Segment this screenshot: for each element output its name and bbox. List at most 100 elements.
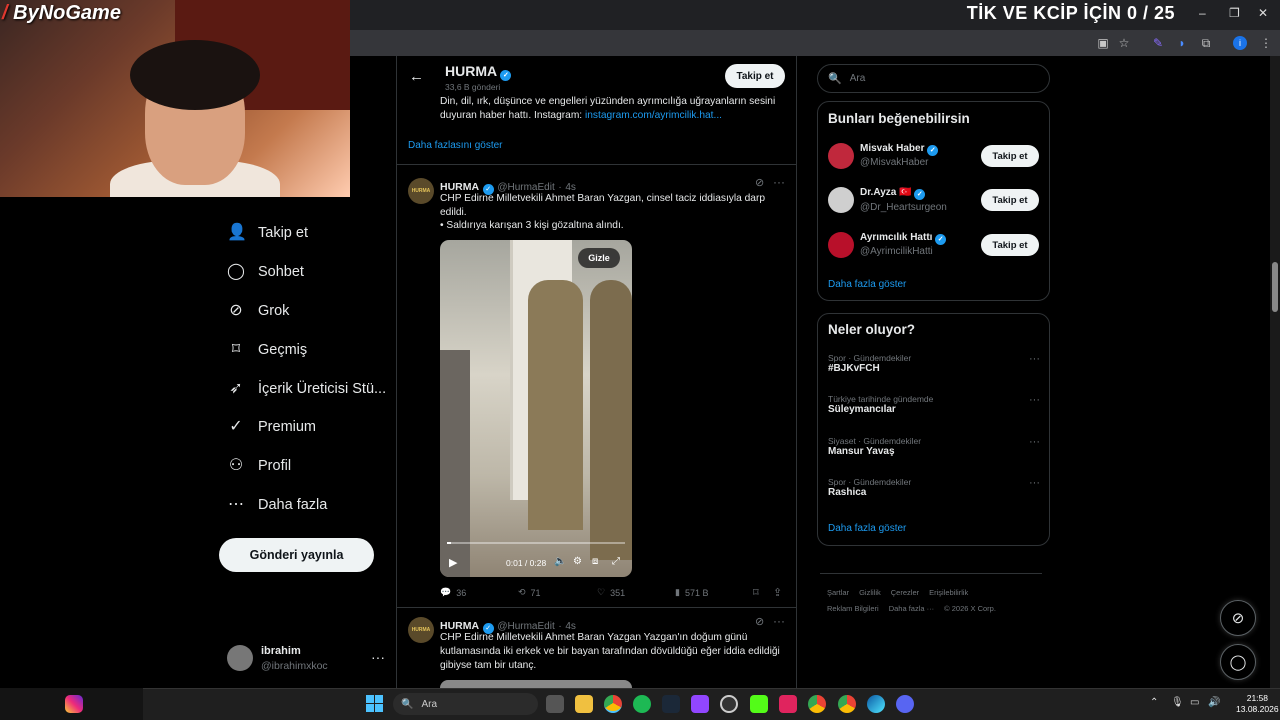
grok-explain-icon[interactable]: ⊘ [755, 176, 764, 189]
obs-icon[interactable] [691, 695, 709, 713]
bookmark-icon[interactable]: ⌑ [753, 586, 759, 599]
follow-button[interactable]: Takip et [981, 189, 1039, 211]
tweet-more-icon[interactable]: ··· [773, 175, 785, 189]
suggestion-name[interactable]: Ayrımcılık Hattı ✓ [860, 232, 947, 245]
hide-button[interactable]: Gizle [578, 248, 620, 268]
show-more-link[interactable]: Daha fazla göster [828, 279, 906, 290]
edge-icon[interactable] [867, 695, 885, 713]
trend-more-icon[interactable]: ··· [1029, 436, 1040, 448]
footer-link[interactable]: Şartlar [827, 588, 849, 597]
avatar[interactable] [828, 143, 854, 169]
bio-link[interactable]: instagram.com/ayrimcilik.hat... [585, 110, 722, 121]
footer-link[interactable]: Çerezler [891, 588, 919, 597]
windows-start-icon[interactable] [366, 695, 383, 712]
repost-button[interactable]: ⟲ 71 [518, 587, 541, 598]
follow-button[interactable]: Takip et [725, 64, 785, 88]
pip-icon[interactable]: ⧈ [592, 556, 598, 567]
account-switcher[interactable]: ibrahim @ibrahimxkoc ··· [227, 643, 387, 677]
reply-button[interactable]: 💬 36 [440, 587, 466, 598]
like-button[interactable]: ♡ 351 [597, 587, 625, 598]
avatar[interactable] [828, 187, 854, 213]
app-red-icon[interactable] [779, 695, 797, 713]
footer-link[interactable]: Erişilebilirlik [929, 588, 968, 597]
nav-item-more[interactable]: ⋯ Daha fazla [227, 493, 327, 517]
tweet-media[interactable] [440, 680, 632, 688]
views-button[interactable]: ▮ 571 B [675, 587, 708, 598]
extensions-puzzle-icon[interactable]: ⧉ [1198, 35, 1214, 51]
extension-icon[interactable]: ✎ [1150, 35, 1166, 51]
tweet-more-icon[interactable]: ··· [773, 614, 785, 628]
avatar[interactable] [828, 232, 854, 258]
suggestion-name[interactable]: Misvak Haber ✓ [860, 143, 939, 156]
footer-link[interactable]: Gizlilik [859, 588, 881, 597]
nav-item-creator-studio[interactable]: ➶ İçerik Üreticisi Stü... [227, 377, 386, 401]
nav-item-premium[interactable]: ✓ Premium [227, 415, 316, 439]
microphone-icon[interactable]: 🎙 [1171, 697, 1184, 708]
settings-gear-icon[interactable]: ⚙ [573, 556, 582, 567]
messages-float-button[interactable]: ◯ [1220, 644, 1256, 680]
footer-link[interactable]: Daha fazla ··· [889, 604, 934, 613]
task-view-icon[interactable] [546, 695, 564, 713]
search-icon: 🔍 [828, 73, 842, 85]
steam-icon[interactable] [662, 695, 680, 713]
install-app-icon[interactable]: ▣ [1095, 35, 1111, 51]
scrollbar-track[interactable] [1270, 56, 1280, 688]
video-progress-track[interactable] [447, 542, 625, 544]
grok-float-button[interactable]: ⊘ [1220, 600, 1256, 636]
nav-item-grok[interactable]: ⊘ Grok [227, 299, 289, 323]
instagram-icon[interactable] [65, 695, 83, 713]
trend-item[interactable]: Spor · Gündemdekiler Rashica ··· [828, 477, 1040, 498]
trend-more-icon[interactable]: ··· [1029, 477, 1040, 489]
bookmark-star-icon[interactable]: ☆ [1116, 35, 1132, 51]
chrome-icon[interactable] [604, 695, 622, 713]
nav-item-profile[interactable]: ⚇ Profil [227, 454, 291, 478]
kick-icon[interactable] [750, 695, 768, 713]
nav-item-history[interactable]: ⌑ Geçmiş [227, 338, 307, 362]
scrollbar-thumb[interactable] [1272, 262, 1278, 312]
volume-icon[interactable]: 🔈 [554, 556, 566, 567]
heart-icon: ♡ [597, 587, 606, 597]
show-more-link[interactable]: Daha fazla göster [828, 523, 906, 534]
tray-chevron-icon[interactable]: ⌃ [1150, 697, 1158, 708]
profile-icon[interactable]: i [1233, 36, 1247, 50]
spotify-icon[interactable] [633, 695, 651, 713]
close-button[interactable]: ✕ [1258, 6, 1268, 20]
show-more-link[interactable]: Daha fazlasını göster [408, 140, 503, 151]
nav-item-follow[interactable]: 👤 Takip et [227, 221, 308, 245]
trend-item[interactable]: Spor · Gündemdekiler #BJKvFCH ··· [828, 353, 1040, 374]
tweet-avatar[interactable]: HURMA [408, 178, 434, 204]
speaker-icon[interactable]: 🔊 [1208, 697, 1220, 708]
clock[interactable]: 21:58 13.08.2026 [1236, 693, 1279, 715]
tweet-video[interactable] [440, 240, 632, 577]
display-icon[interactable]: ▭ [1190, 697, 1199, 708]
share-icon[interactable]: ⇪ [773, 586, 782, 599]
trend-more-icon[interactable]: ··· [1029, 353, 1040, 365]
minimize-button[interactable]: – [1199, 6, 1206, 20]
play-icon[interactable]: ▶ [449, 556, 457, 569]
chrome-profile-icon[interactable] [808, 695, 826, 713]
trend-item[interactable]: Siyaset · Gündemdekiler Mansur Yavaş ··· [828, 436, 1040, 457]
account-more-icon[interactable]: ··· [371, 649, 385, 665]
follow-button[interactable]: Takip et [981, 234, 1039, 256]
trend-item[interactable]: Türkiye tarihinde gündemde Süleymancılar… [828, 394, 1040, 415]
grok-explain-icon[interactable]: ⊘ [755, 615, 764, 628]
app-icon[interactable] [720, 695, 738, 713]
tweet-avatar[interactable]: HURMA [408, 617, 434, 643]
extension-audio-icon[interactable]: ◗ [1174, 35, 1190, 51]
nav-item-chat[interactable]: ◯ Sohbet [227, 260, 304, 284]
search-input[interactable]: 🔍 Ara [817, 64, 1050, 93]
restore-button[interactable]: ❐ [1229, 6, 1240, 20]
chrome-profile-icon[interactable] [838, 695, 856, 713]
file-explorer-icon[interactable] [575, 695, 593, 713]
follow-button[interactable]: Takip et [981, 145, 1039, 167]
discord-icon[interactable] [896, 695, 914, 713]
post-button[interactable]: Gönderi yayınla [219, 538, 374, 572]
browser-menu-icon[interactable]: ⋮ [1258, 35, 1274, 51]
footer-link[interactable]: Reklam Bilgileri [827, 604, 879, 613]
trend-more-icon[interactable]: ··· [1029, 394, 1040, 406]
profile-name: HURMA ✓ [445, 63, 512, 81]
suggestion-name[interactable]: Dr.Ayza 🇹🇷 ✓ [860, 187, 926, 200]
back-arrow-icon[interactable]: ← [409, 68, 424, 85]
fullscreen-icon[interactable]: ⤢ [612, 556, 620, 567]
taskbar-search[interactable]: 🔍 Ara [393, 693, 538, 715]
